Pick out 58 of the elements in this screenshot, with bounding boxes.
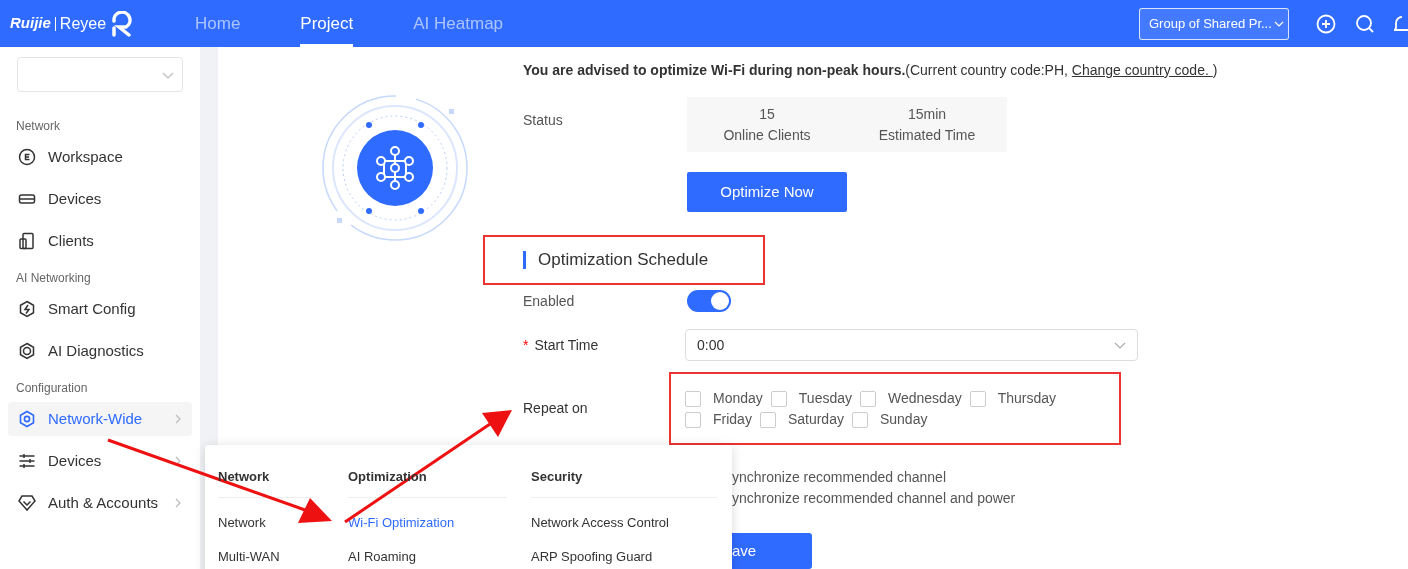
stat-label: Online Clients (723, 125, 811, 145)
day-checkbox[interactable]: Tuesday (770, 390, 852, 407)
sidebar-item[interactable]: Clients (8, 224, 192, 258)
sidebar-item[interactable]: Devices (8, 182, 192, 216)
group-select[interactable]: Group of Shared Pr... (1139, 7, 1289, 40)
shield-check-icon (18, 494, 36, 512)
bell-icon[interactable] (1394, 13, 1408, 34)
phone-tablet-icon (18, 232, 36, 250)
stat-label: Estimated Time (878, 125, 976, 145)
section-label: Network (15, 118, 60, 134)
start-time-select[interactable]: 0:00 (685, 329, 1138, 361)
change-country-link[interactable]: Change country code. (1071, 62, 1213, 78)
nav-tab[interactable]: Project (300, 0, 354, 47)
sidebar-item[interactable]: Network-Wide (8, 402, 192, 436)
sidebar-item[interactable]: Workspace (8, 140, 192, 174)
hexagon-bolt-icon (18, 300, 36, 318)
day-checkbox[interactable]: Friday (685, 411, 752, 428)
day-checkbox[interactable]: Thursday (969, 390, 1057, 407)
menu-heading: Security (531, 468, 583, 485)
day-checkbox[interactable]: Monday (685, 390, 763, 407)
menu-item[interactable]: Wi-Fi Optimization (348, 513, 455, 531)
radio-option-label: ynchronize recommended channel (732, 468, 946, 487)
menu-item[interactable]: Network (218, 513, 266, 531)
stat-value: 15 (759, 104, 775, 124)
sidebar-item[interactable]: Auth & Accounts (8, 486, 192, 520)
menu-item[interactable]: Network Access Control (531, 513, 669, 531)
day-checkbox[interactable]: Wednesday (860, 390, 962, 407)
menu-item[interactable]: ARP Spoofing Guard (531, 547, 653, 565)
settings-icon (18, 410, 36, 428)
field-label: Start Time (534, 335, 599, 355)
workspace-icon (18, 148, 36, 166)
day-checkbox[interactable]: Saturday (759, 411, 844, 428)
section-label: Configuration (15, 380, 88, 396)
save-button[interactable]: ave (732, 533, 812, 569)
section-label: AI Networking (15, 270, 91, 286)
menu-heading: Network (218, 468, 270, 485)
sidebar-item[interactable]: AI Diagnostics (8, 334, 192, 368)
stat-value: 15min (907, 104, 947, 124)
sidebar-item[interactable]: Smart Config (8, 292, 192, 326)
field-label: Status (523, 111, 564, 130)
section-title: Optimization Schedule (538, 249, 709, 272)
day-checkbox[interactable]: Sunday (851, 411, 928, 428)
required-mark: * (523, 335, 529, 355)
sidebar-item[interactable]: Devices (8, 444, 192, 478)
product-logo: Reyee (59, 13, 107, 34)
field-label: Enabled (523, 291, 576, 311)
toggle-switch[interactable] (687, 290, 731, 312)
radio-option-label: ynchronize recommended channel and power (732, 489, 1016, 508)
search-icon[interactable] (1355, 13, 1375, 34)
field-label: Repeat on (523, 399, 589, 418)
menu-item[interactable]: Multi-WAN (218, 547, 280, 565)
optimize-now-button[interactable]: Optimize Now (687, 172, 847, 212)
brand-logo: Ruijie (10, 13, 51, 34)
add-icon[interactable] (1316, 13, 1336, 34)
advice-text: You are advised to optimize Wi-Fi during non-peak hours.(Current country code:PH, Change country code. ) (523, 61, 1218, 80)
logo-icon (110, 10, 135, 37)
sliders-icon (18, 452, 36, 470)
menu-item[interactable]: AI Roaming (348, 547, 416, 565)
